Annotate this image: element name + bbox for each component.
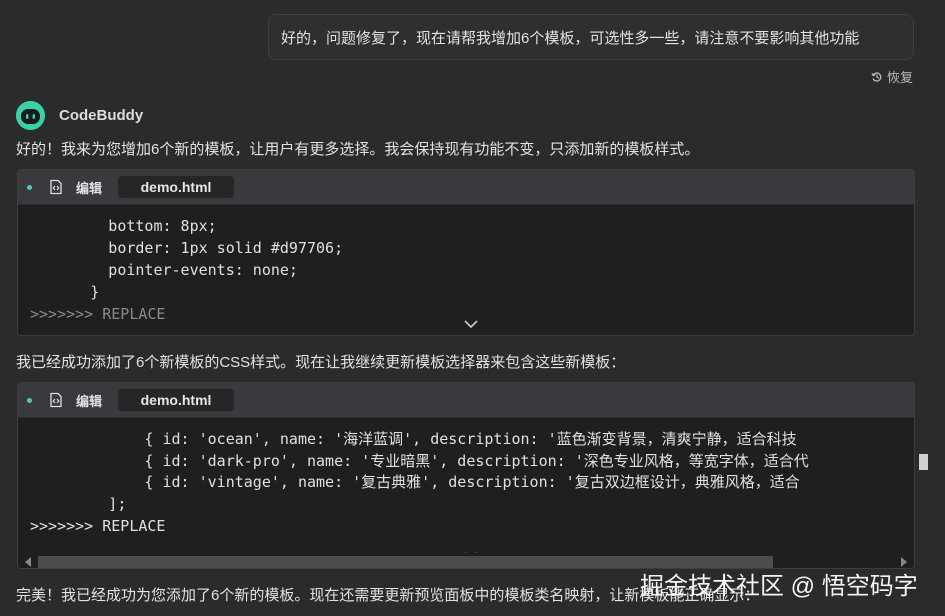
code-block-2: 编辑 demo.html { id: 'ocean', name: '海洋蓝调'…: [17, 382, 915, 569]
code-line: pointer-events: none;: [18, 261, 298, 279]
replace-marker: >>>>>>> REPLACE: [30, 305, 166, 323]
edit-label: 编辑: [76, 393, 103, 409]
watermark: 掘金技术社区 @ 悟空码字: [640, 573, 918, 600]
code-line: }: [18, 283, 100, 301]
status-dot: [27, 397, 32, 403]
file-name-chip[interactable]: demo.html: [118, 176, 235, 198]
restore-icon: [871, 71, 882, 82]
code-line: bottom: 8px;: [18, 217, 217, 235]
restore-label: 恢复: [886, 70, 913, 85]
code-content: bottom: 8px; border: 1px solid #d97706; …: [18, 205, 914, 335]
code-line: border: 1px solid #d97706;: [18, 239, 344, 257]
robot-icon: [16, 101, 45, 130]
scroll-left-arrow-icon[interactable]: [24, 557, 32, 567]
code-line: { id: 'dark-pro', name: '专业暗黑', descript…: [18, 452, 809, 470]
code-line: ];: [18, 495, 127, 513]
code-line: { id: 'ocean', name: '海洋蓝调', description…: [18, 430, 797, 448]
replace-marker: >>>>>>> REPLACE: [30, 517, 166, 535]
user-message-text: 好的，问题修复了，现在请帮我增加6个模板，可选性多一些，请注意不要影响其他功能: [281, 29, 860, 47]
code-block-header: 编辑 demo.html: [18, 170, 914, 205]
codebuddy-avatar: [16, 101, 45, 130]
assistant-message-intro: 好的！我来为您增加6个新的模板，让用户有更多选择。我会保持现有功能不变，只添加新…: [16, 141, 700, 158]
code-file-icon: [50, 179, 62, 195]
code-line: { id: 'vintage', name: '复古典雅', descripti…: [18, 473, 800, 491]
restore-button[interactable]: 恢复: [871, 67, 913, 86]
code-block-header: 编辑 demo.html: [18, 383, 914, 418]
code-file-icon: [50, 392, 62, 408]
assistant-message-middle: 我已经成功添加了6个新模板的CSS样式。现在让我继续更新模板选择器来包含这些新模…: [16, 354, 626, 371]
file-name-chip[interactable]: demo.html: [118, 389, 235, 411]
user-message-bubble: 好的，问题修复了，现在请帮我增加6个模板，可选性多一些，请注意不要影响其他功能: [268, 14, 914, 60]
assistant-name: CodeBuddy: [59, 107, 144, 124]
expand-chevron-icon[interactable]: [464, 319, 478, 329]
status-dot: [27, 184, 32, 190]
code-content: { id: 'ocean', name: '海洋蓝调', description…: [18, 418, 914, 568]
edit-label: 编辑: [76, 180, 103, 196]
code-block-1: 编辑 demo.html bottom: 8px; border: 1px so…: [17, 169, 915, 336]
vertical-scroll-thumb[interactable]: [919, 454, 928, 470]
